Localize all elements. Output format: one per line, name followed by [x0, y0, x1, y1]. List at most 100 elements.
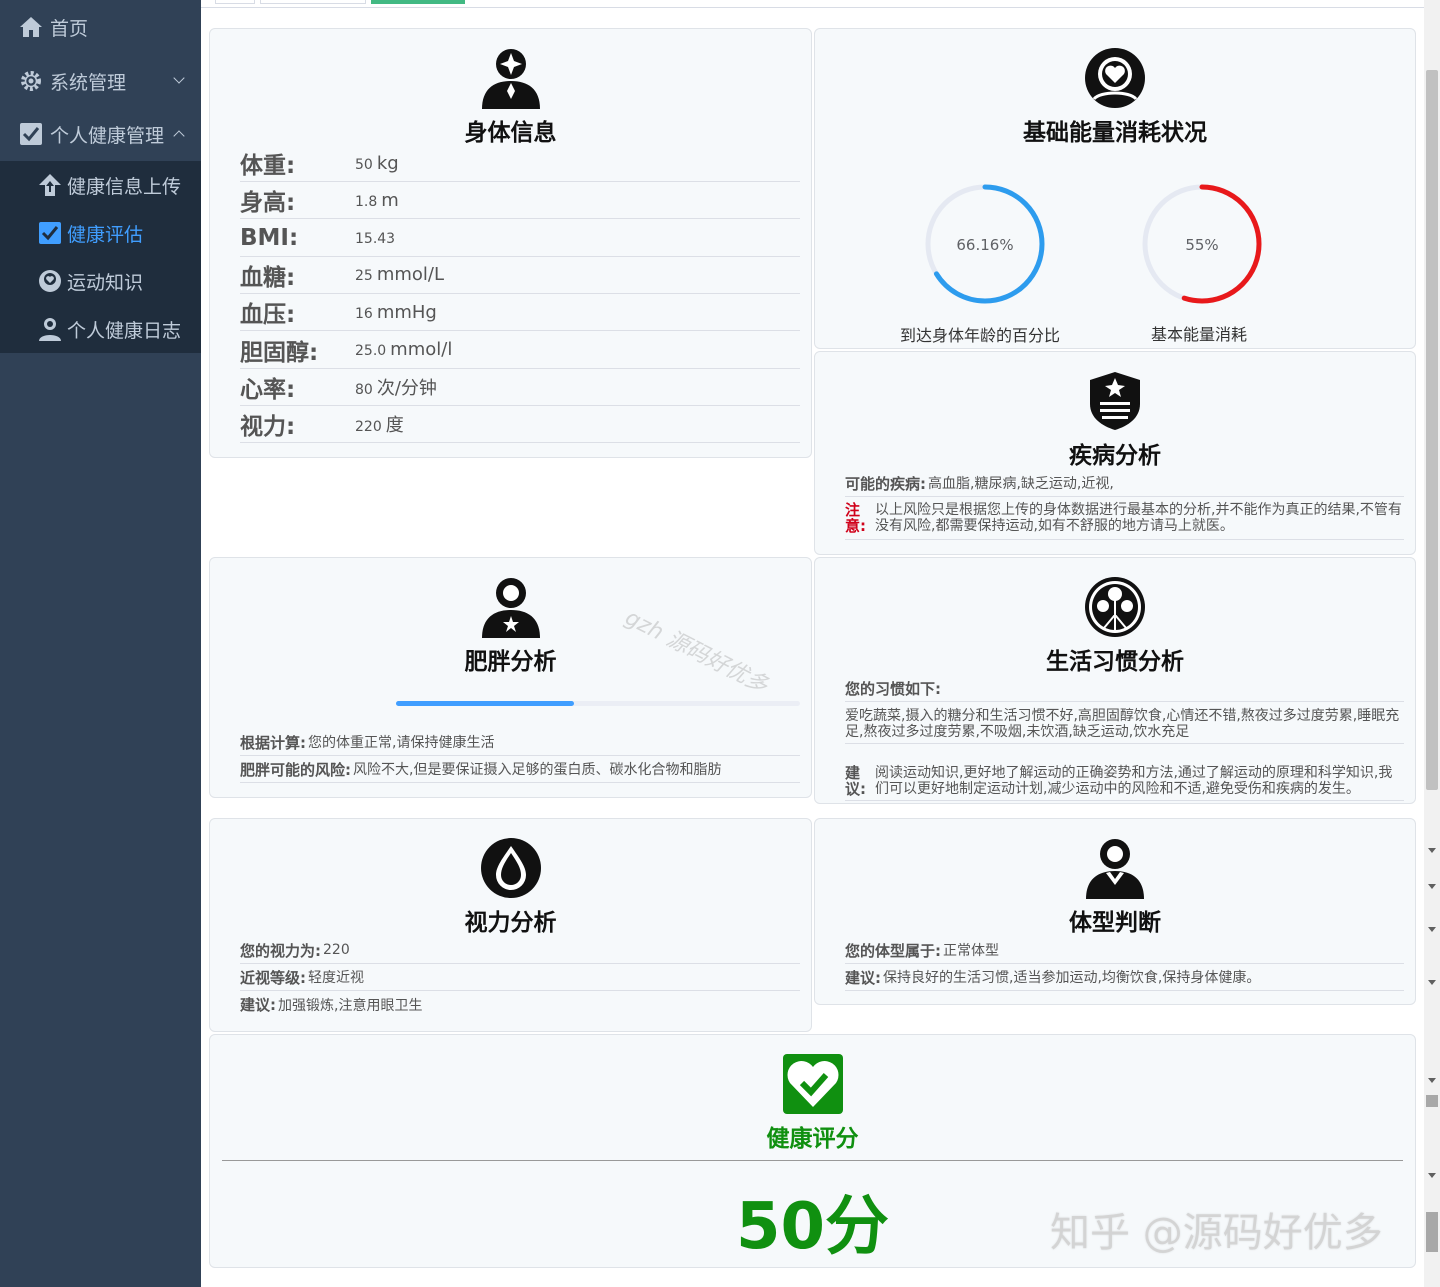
info-value: 220 度: [355, 411, 404, 437]
sidebar-item-system[interactable]: 系统管理: [0, 54, 201, 108]
gauge-label: 到达身体年龄的百分比: [899, 326, 1060, 345]
row-label: 根据计算:: [240, 733, 306, 752]
heart-avatar-icon: [1085, 48, 1145, 108]
body-type-row: 您的体型属于: 正常体型: [845, 937, 1404, 964]
obesity-progress: [396, 701, 800, 706]
scrollbar-thumb[interactable]: [1426, 70, 1438, 790]
info-unit: 次/分钟: [376, 377, 437, 399]
info-row: 胆固醇: 25.0 mmol/l: [240, 332, 800, 369]
user-tie-icon: [1086, 839, 1144, 899]
possible-diseases-row: 可能的疾病: 高血脂,糖尿病,缺乏运动,近视,: [845, 470, 1404, 497]
info-value: 50 kg: [355, 153, 399, 174]
progress-fill: [396, 701, 574, 706]
row-value: 220: [323, 942, 350, 958]
risk-row: 肥胖可能的风险: 风险不大,但是要保证摄入足够的蛋白质、碳水化合物和脂肪: [240, 756, 800, 783]
info-label: BMI:: [240, 224, 299, 251]
info-unit: mmol/L: [376, 264, 445, 286]
body-info-card: 身体信息 体重: 50 kg 身高: 1.8 m BMI: 15.43 血糖: 25 mmol/L 血…: [209, 28, 812, 458]
tab-active[interactable]: [371, 0, 465, 4]
body-type-card: 体型判断 您的体型属于: 正常体型 建议: 保持良好的生活习惯,适当参加运动,均…: [814, 818, 1416, 1005]
info-unit: mmol/l: [390, 339, 453, 360]
card-title: 体型判断: [1069, 910, 1161, 936]
fleur-icon: [1085, 577, 1145, 637]
scroll-arrow-icon[interactable]: [1428, 1173, 1436, 1178]
shield-icon: [1090, 372, 1140, 430]
info-number: 25: [355, 268, 373, 285]
sidebar-item-label: 个人健康日志: [67, 319, 182, 342]
info-number: 25.0: [355, 343, 387, 359]
row-value: 轻度近视: [308, 970, 364, 986]
submenu: 健康信息上传 健康评估 运动知识 个人健康日志: [0, 161, 201, 353]
row-value: 爱吃蔬菜,摄入的糖分和生活习惯不好,高胆固醇饮食,心情还不错,熬夜过多过度劳累,…: [845, 708, 1400, 740]
sidebar-item-label: 运动知识: [67, 271, 144, 294]
sidebar-item-health[interactable]: 个人健康管理: [0, 107, 201, 161]
divider: [222, 1160, 1403, 1161]
sidebar-item-label: 个人健康管理: [50, 124, 165, 147]
person-icon: [481, 578, 540, 638]
home-icon: [18, 14, 44, 40]
info-label: 身高:: [240, 190, 296, 217]
sidebar-item-exercise[interactable]: 运动知识: [0, 257, 201, 305]
info-unit: 度: [385, 415, 404, 437]
avatar-heart-icon: [37, 268, 63, 294]
habits-card: 生活习惯分析 您的习惯如下: 爱吃蔬菜,摄入的糖分和生活习惯不好,高胆固醇饮食,…: [814, 557, 1416, 804]
row-value: 以上风险只是根据您上传的身体数据进行最基本的分析,并不能作为真正的结果,不管有没…: [875, 502, 1402, 534]
row-label: 注意:: [845, 501, 866, 535]
gauge-body-age: 66.16%: [925, 184, 1045, 304]
energy-card: 基础能量消耗状况 66.16% 55% 到达身体年龄的百分比 基本能量消耗: [814, 28, 1416, 349]
scroll-marker[interactable]: [1426, 1095, 1438, 1107]
row-value: 高血脂,糖尿病,缺乏运动,近视,: [928, 476, 1114, 492]
row-label: 您的视力为:: [240, 941, 321, 960]
scroll-arrow-icon[interactable]: [1428, 884, 1436, 889]
info-number: 50: [355, 156, 373, 173]
scroll-marker[interactable]: [1426, 1212, 1438, 1252]
sidebar-item-upload[interactable]: 健康信息上传: [0, 161, 201, 209]
scroll-arrow-icon[interactable]: [1428, 980, 1436, 985]
row-value: 您的体重正常,请保持健康生活: [308, 735, 495, 751]
scroll-arrow-icon[interactable]: [1428, 1078, 1436, 1083]
info-value: 25.0 mmol/l: [355, 339, 452, 360]
gauge-text: 55%: [1185, 236, 1218, 254]
card-title: 视力分析: [464, 910, 557, 936]
vision-card: 视力分析 您的视力为: 220 近视等级: 轻度近视 建议: 加强锻炼,注意用眼…: [209, 818, 812, 1032]
tab-item[interactable]: [215, 0, 255, 4]
sidebar-item-label: 首页: [50, 17, 89, 40]
sidebar-item-label: 健康信息上传: [67, 175, 182, 198]
card-title: 身体信息: [464, 120, 557, 146]
notice-row: 注意: 以上风险只是根据您上传的身体数据进行最基本的分析,并不能作为真正的结果,…: [845, 502, 1404, 540]
tab-strip: [201, 0, 1427, 8]
calc-row: 根据计算: 您的体重正常,请保持健康生活: [240, 729, 800, 756]
person-star-icon: [481, 49, 540, 109]
row-label: 您的体型属于:: [845, 941, 941, 960]
row-value: 保持良好的生活习惯,适当参加运动,均衡饮食,保持身体健康。: [883, 970, 1261, 986]
info-label: 心率:: [240, 376, 296, 403]
info-row: 血糖: 25 mmol/L: [240, 257, 800, 294]
chevron-up-icon: [173, 130, 185, 142]
tab-item[interactable]: [260, 0, 366, 4]
watermark-corner: 知乎 @源码好优多: [1050, 1210, 1383, 1256]
info-number: 16: [355, 305, 373, 322]
info-value: 25 mmol/L: [355, 264, 444, 285]
vision-row: 近视等级: 轻度近视: [240, 964, 800, 991]
card-title: 生活习惯分析: [1046, 649, 1184, 675]
sidebar-item-log[interactable]: 个人健康日志: [0, 305, 201, 353]
info-unit: kg: [376, 152, 399, 174]
info-label: 视力:: [240, 414, 296, 441]
sidebar-item-home[interactable]: 首页: [0, 0, 201, 54]
scroll-arrow-icon[interactable]: [1428, 848, 1436, 853]
info-label: 体重:: [240, 153, 296, 179]
info-number: 80: [355, 381, 373, 398]
info-value: 16 mmHg: [355, 302, 437, 323]
scrollbar[interactable]: [1424, 0, 1440, 1287]
info-value: 15.43: [355, 227, 399, 248]
scroll-arrow-icon[interactable]: [1428, 927, 1436, 932]
info-unit: m: [381, 189, 399, 211]
row-label: 近视等级:: [240, 968, 306, 987]
info-label: 血糖:: [240, 264, 296, 291]
sidebar: 首页 系统管理 个人健康管理 健康信息上传 健康评估 运动知识 个人健康日志: [0, 0, 201, 1287]
sidebar-item-assessment[interactable]: 健康评估: [0, 209, 201, 257]
row-value: 正常体型: [943, 943, 999, 959]
checkbox-icon: [18, 121, 44, 147]
info-number: 1.8: [355, 193, 378, 210]
info-number: 15.43: [355, 231, 396, 248]
